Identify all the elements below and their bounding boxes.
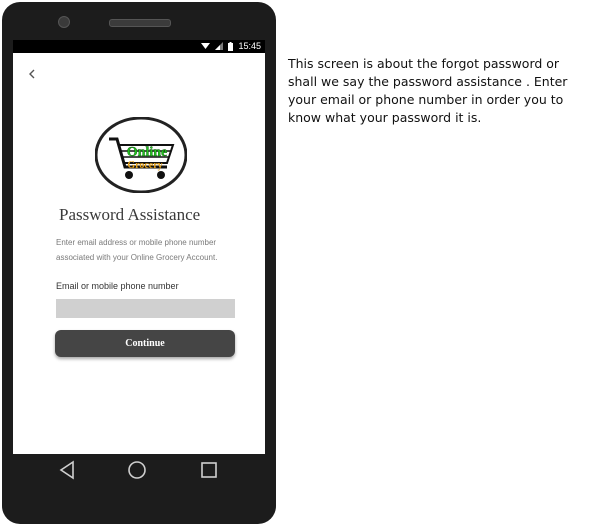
wifi-icon xyxy=(201,43,211,49)
email-field-label: Email or mobile phone number xyxy=(56,281,179,291)
annotation-text: This screen is about the forgot password… xyxy=(288,56,568,125)
continue-button[interactable]: Continue xyxy=(55,330,235,357)
email-or-phone-input[interactable] xyxy=(56,299,235,318)
camera-icon xyxy=(58,16,70,28)
status-bar: 15:45 xyxy=(13,40,265,53)
signal-icon xyxy=(215,42,224,50)
nav-recents-icon[interactable] xyxy=(198,460,220,480)
back-chevron-icon[interactable] xyxy=(27,67,39,83)
android-nav-bar xyxy=(13,454,265,486)
logo-text-online: Online xyxy=(127,145,167,160)
online-grocery-logo: Online Grocery xyxy=(95,117,187,193)
chevron-left-icon xyxy=(29,69,35,79)
battery-icon xyxy=(228,41,234,51)
logo-text-grocery: Grocery xyxy=(127,160,162,171)
page-description: Enter email address or mobile phone numb… xyxy=(56,238,218,262)
status-icons: 15:45 xyxy=(201,41,261,51)
speaker-grille xyxy=(109,19,171,27)
app-screen: Online Grocery Password Assistance Enter… xyxy=(13,53,265,454)
page-title: Password Assistance xyxy=(59,205,201,224)
nav-back-icon[interactable] xyxy=(57,460,79,480)
nav-home-icon[interactable] xyxy=(126,460,148,480)
status-time: 15:45 xyxy=(238,41,261,51)
